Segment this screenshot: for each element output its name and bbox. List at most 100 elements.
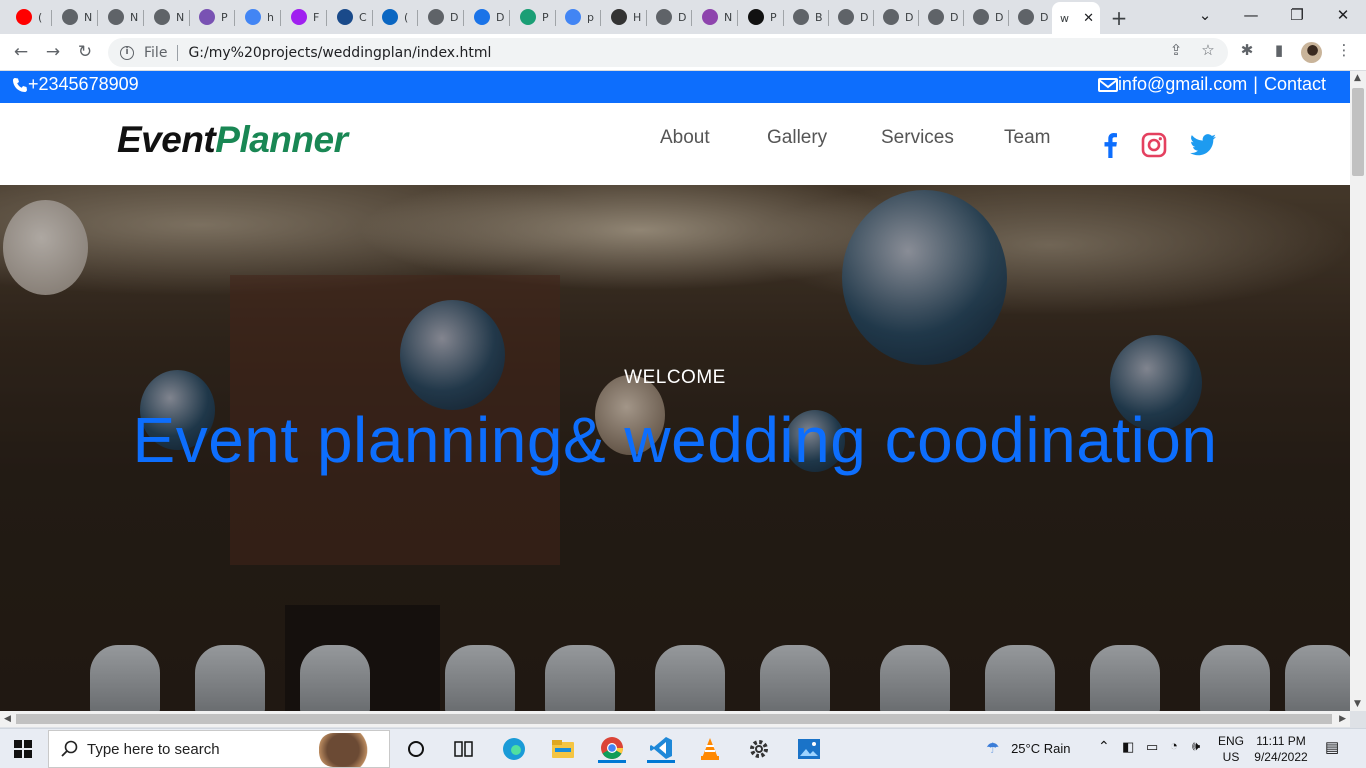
browser-tab[interactable]: ( (8, 4, 52, 30)
bookmark-star-icon[interactable]: ☆ (1197, 41, 1219, 59)
browser-tab[interactable]: P (512, 4, 556, 30)
tab-separator (873, 10, 874, 26)
maximize-button[interactable]: ❐ (1286, 6, 1308, 24)
meet-now-icon[interactable]: ◧ (1122, 739, 1134, 755)
settings-gear-icon[interactable] (745, 735, 773, 763)
new-tab-button[interactable]: + (1108, 6, 1130, 30)
tab-separator (417, 10, 418, 26)
task-view-icon[interactable] (450, 735, 478, 763)
site-info-icon[interactable]: i (120, 45, 134, 60)
weather-widget[interactable]: ☂ 25°C Rain (986, 739, 1070, 757)
browser-tab[interactable]: D (965, 4, 1009, 30)
browser-tab[interactable]: N (146, 4, 190, 30)
menu-kebab-icon[interactable]: ⋮ (1333, 41, 1355, 59)
tab-title: D (950, 10, 959, 24)
chrome-icon[interactable] (598, 735, 626, 763)
tab-separator (963, 10, 964, 26)
taskbar-search-box[interactable]: Type here to search (48, 730, 390, 768)
browser-tab[interactable]: D (920, 4, 964, 30)
tab-separator (189, 10, 190, 26)
browser-tab[interactable]: D (466, 4, 510, 30)
browser-tab[interactable]: D (1010, 4, 1054, 30)
site-logo[interactable]: EventPlanner (117, 119, 348, 161)
github-icon (611, 9, 627, 25)
close-tab-icon[interactable]: ✕ (1083, 11, 1094, 26)
close-window-button[interactable]: ✕ (1332, 6, 1354, 24)
browser-tab[interactable]: D (830, 4, 874, 30)
notifications-icon[interactable]: ▤ (1325, 738, 1339, 756)
search-icon (61, 740, 78, 757)
browser-tab[interactable]: H (603, 4, 647, 30)
browser-tab[interactable]: P (191, 4, 235, 30)
facebook-icon[interactable] (1096, 131, 1124, 159)
share-icon[interactable]: ⇪ (1165, 41, 1187, 59)
minimize-button[interactable]: — (1240, 6, 1262, 24)
browser-tab[interactable]: B (785, 4, 829, 30)
tab-search-icon[interactable]: ⌄ (1194, 6, 1216, 24)
url-text[interactable]: G:/my%20projects/weddingplan/index.html (188, 45, 491, 61)
browser-tab[interactable]: ( (374, 4, 418, 30)
browser-tab[interactable]: h (237, 4, 281, 30)
cortana-icon[interactable] (402, 735, 430, 763)
file-explorer-icon[interactable] (549, 735, 577, 763)
topbar-separator: | (1253, 74, 1258, 94)
windows-start-icon[interactable] (14, 740, 32, 762)
browser-tab[interactable]: D (420, 4, 464, 30)
vscode-icon[interactable] (647, 735, 675, 763)
globe-icon (656, 9, 672, 25)
browser-tab[interactable]: p (557, 4, 601, 30)
reload-button[interactable]: ↻ (74, 42, 96, 62)
tab-separator (737, 10, 738, 26)
language-indicator[interactable]: ENG US (1218, 733, 1244, 765)
vlc-icon[interactable] (696, 735, 724, 763)
linkedin-icon (382, 9, 398, 25)
tab-title: p (587, 10, 594, 24)
edge-icon[interactable] (500, 735, 528, 763)
browser-tab[interactable]: N (694, 4, 738, 30)
nav-team[interactable]: Team (1004, 127, 1050, 149)
vertical-scroll-thumb[interactable] (1352, 88, 1364, 176)
forward-button[interactable]: → (42, 42, 64, 62)
side-panel-icon[interactable]: ▮ (1268, 41, 1290, 59)
browser-tab[interactable]: F (283, 4, 327, 30)
scroll-down-arrow-icon[interactable]: ▼ (1354, 699, 1361, 709)
browser-tab[interactable]: N (54, 4, 98, 30)
extensions-icon[interactable]: ✱ (1236, 41, 1258, 59)
phone-number[interactable]: +2345678909 (28, 74, 139, 95)
browser-tab[interactable]: P (740, 4, 784, 30)
browser-tab[interactable]: N (100, 4, 144, 30)
tab-title: h (267, 10, 274, 24)
omnibox[interactable]: i File G:/my%20projects/weddingplan/inde… (108, 38, 1228, 67)
tray-chevron-icon[interactable]: ⌃ (1098, 738, 1110, 755)
email-link[interactable]: info@gmail.com (1118, 74, 1247, 95)
clock[interactable]: 11:11 PM 9/24/2022 (1252, 733, 1310, 765)
wifi-icon[interactable]: ◔ (1170, 738, 1178, 753)
scroll-right-arrow-icon[interactable]: ▶ (1339, 714, 1346, 724)
globe-icon (62, 9, 78, 25)
contact-link[interactable]: Contact (1264, 74, 1326, 95)
hero-section: WELCOME Event planning& wedding coodinat… (0, 185, 1350, 711)
back-button[interactable]: ← (10, 42, 32, 62)
nav-about[interactable]: About (660, 127, 710, 149)
horizontal-scroll-thumb[interactable] (16, 714, 1332, 724)
browser-tab[interactable]: D (875, 4, 919, 30)
battery-icon[interactable]: ▭ (1146, 739, 1158, 755)
photos-icon[interactable] (795, 735, 823, 763)
profile-avatar[interactable] (1301, 42, 1322, 63)
nav-gallery[interactable]: Gallery (767, 127, 827, 149)
tab-active[interactable]: w ✕ (1052, 2, 1100, 34)
clock-time: 11:11 PM (1256, 734, 1306, 748)
nav-services[interactable]: Services (881, 127, 954, 149)
browser-tab[interactable]: C (329, 4, 373, 30)
logo-event: Event (117, 119, 216, 160)
globe-icon (1018, 9, 1034, 25)
volume-icon[interactable]: 🕪 (1192, 738, 1200, 754)
twitter-icon[interactable] (1189, 131, 1217, 159)
scroll-left-arrow-icon[interactable]: ◀ (4, 714, 11, 724)
hero-headline: Event planning& wedding coodination (132, 404, 1218, 476)
instagram-icon[interactable] (1140, 131, 1168, 159)
browser-tab[interactable]: D (648, 4, 692, 30)
youtube-icon (16, 9, 32, 25)
tab-separator (509, 10, 510, 26)
scroll-up-arrow-icon[interactable]: ▲ (1354, 73, 1361, 83)
